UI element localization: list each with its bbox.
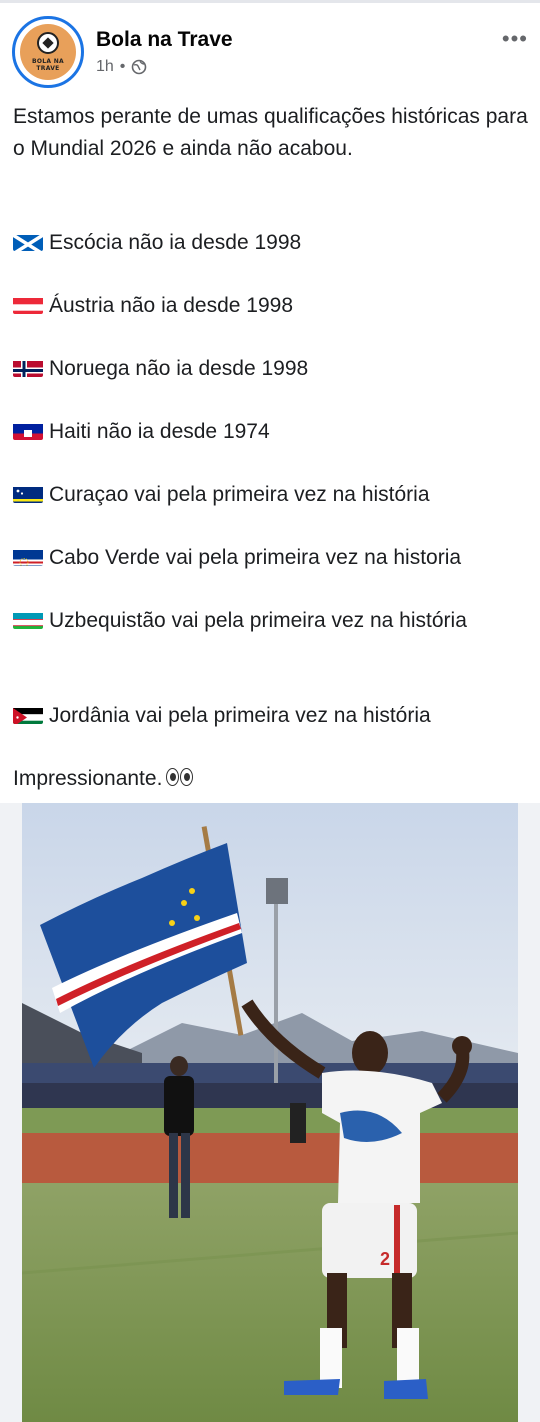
stadium-scene-image: alô 2	[22, 803, 518, 1422]
page-logo: BOLA NA TRAVE	[20, 24, 76, 80]
line-text: Uzbequistão vai pela primeira vez na his…	[49, 609, 467, 632]
uzbekistan-flag-icon	[13, 610, 43, 629]
top-divider	[0, 0, 540, 3]
post-line-3: Noruega não ia desde 1998	[13, 353, 308, 384]
post-meta: 1h •	[96, 58, 147, 76]
scotland-flag-icon	[13, 232, 43, 251]
closing-text: Impressionante.	[13, 767, 163, 790]
line-text: Noruega não ia desde 1998	[49, 357, 309, 380]
more-options-button[interactable]: •••	[502, 26, 528, 52]
post-line-6: Cabo Verde vai pela primeira vez na hist…	[13, 542, 461, 573]
post-line-7: Uzbequistão vai pela primeira vez na his…	[13, 605, 528, 636]
line-text: Jordânia vai pela primeira vez na histór…	[49, 704, 431, 727]
curacao-flag-icon	[13, 484, 43, 503]
post-time[interactable]: 1h	[96, 58, 114, 76]
page-name[interactable]: Bola na Trave	[96, 28, 233, 52]
austria-flag-icon	[13, 295, 43, 314]
player-number: 2	[380, 1249, 390, 1269]
post-line-2: Áustria não ia desde 1998	[13, 290, 293, 321]
haiti-flag-icon	[13, 421, 43, 440]
post-line-4: Haiti não ia desde 1974	[13, 416, 270, 447]
line-text: Curaçao vai pela primeira vez na históri…	[49, 483, 430, 506]
photo-margin-right	[518, 803, 540, 1422]
cape-verde-flag-icon	[13, 547, 43, 566]
logo-text: BOLA NA TRAVE	[32, 58, 64, 72]
line-text: Cabo Verde vai pela primeira vez na hist…	[49, 546, 462, 569]
page-avatar[interactable]: BOLA NA TRAVE	[12, 16, 84, 88]
post-line-5: Curaçao vai pela primeira vez na históri…	[13, 479, 430, 510]
post-line-8: Jordânia vai pela primeira vez na histór…	[13, 700, 431, 731]
norway-flag-icon	[13, 358, 43, 377]
ball-icon	[37, 32, 59, 54]
line-text: Escócia não ia desde 1998	[49, 231, 302, 254]
meta-separator: •	[119, 58, 126, 75]
globe-icon	[132, 59, 147, 75]
post-photo[interactable]: alô 2	[22, 803, 518, 1422]
eyes-emoji-icon	[166, 768, 194, 786]
jordan-flag-icon	[13, 705, 43, 724]
post-line-1: Escócia não ia desde 1998	[13, 227, 301, 258]
line-text: Áustria não ia desde 1998	[49, 294, 294, 317]
post-intro: Estamos perante de umas qualificações hi…	[13, 105, 528, 160]
post-closing-line: Impressionante.	[13, 763, 194, 794]
photo-margin-left	[0, 803, 22, 1422]
line-text: Haiti não ia desde 1974	[49, 420, 270, 443]
